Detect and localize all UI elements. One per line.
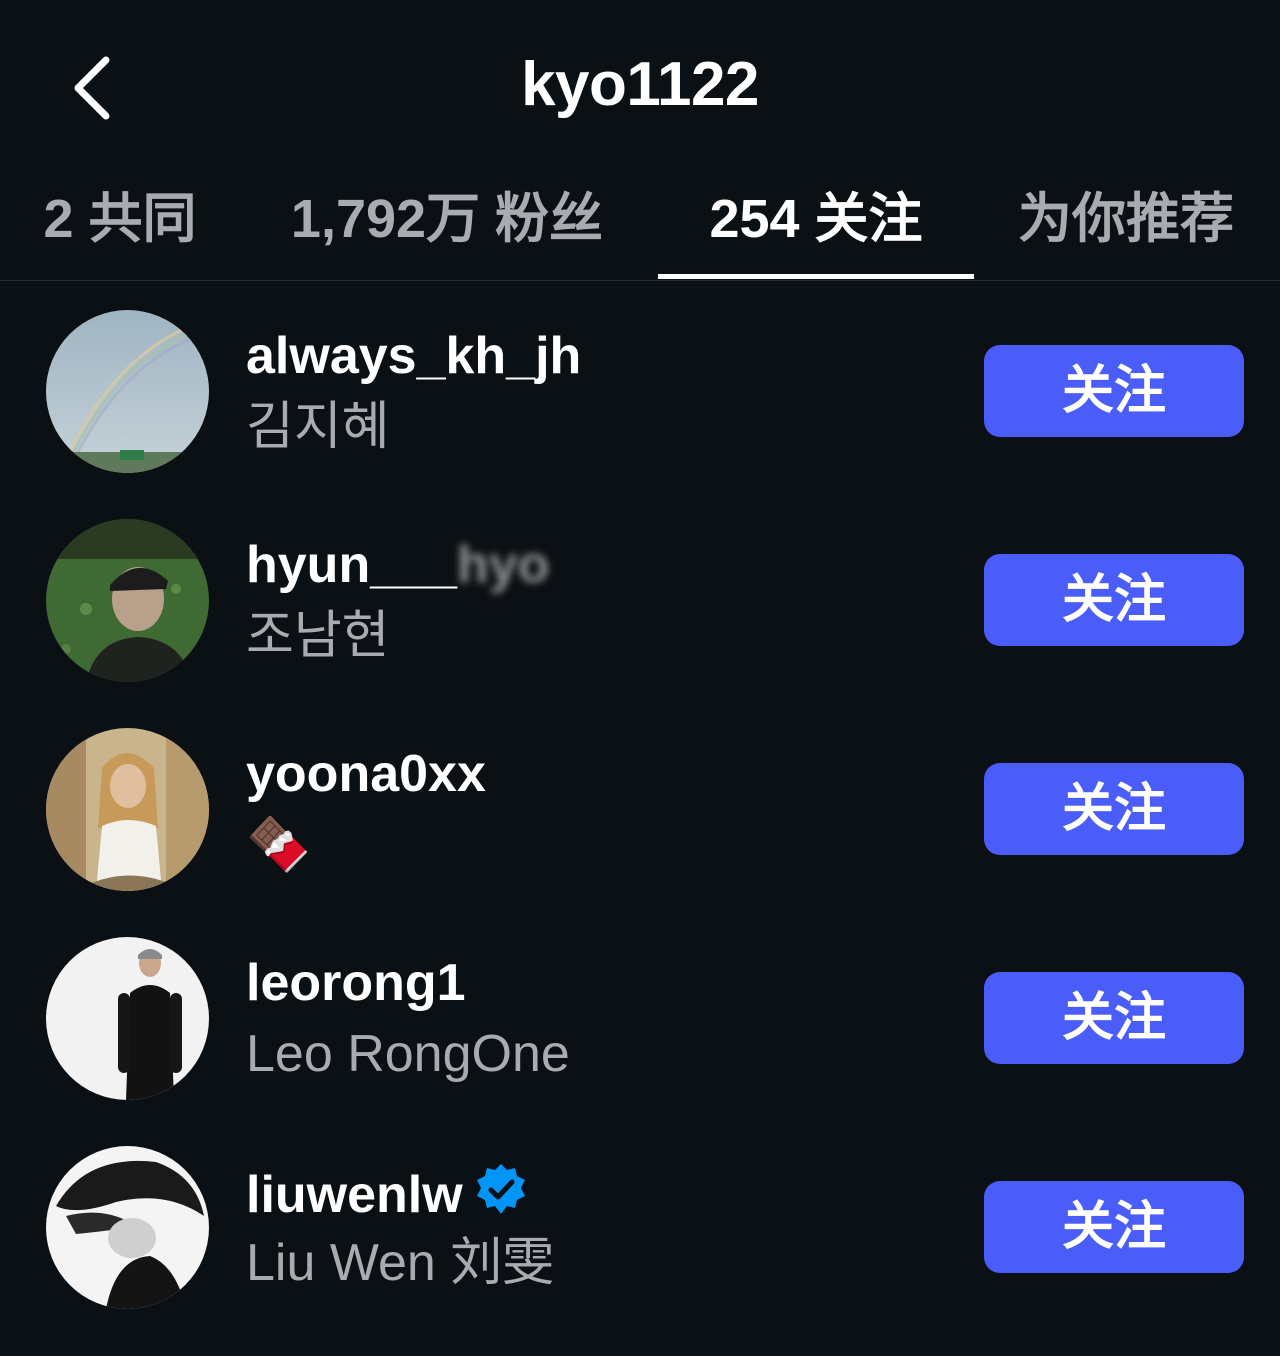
verified-badge-icon: [476, 1164, 525, 1214]
follow-button[interactable]: 关注: [984, 554, 1244, 646]
username[interactable]: always_kh_jh: [246, 326, 581, 386]
follow-button[interactable]: 关注: [984, 345, 1244, 437]
header: kyo1122: [0, 0, 1280, 170]
tab-mutual[interactable]: 2 共同: [40, 170, 200, 280]
list-item[interactable]: yoona0xx 🍫 关注: [0, 700, 1280, 909]
list-item[interactable]: liuwenlw Liu Wen 刘雯 关注: [0, 1118, 1280, 1327]
list-item[interactable]: hyun___hyo 조남현 关注: [0, 491, 1280, 700]
follow-button[interactable]: 关注: [984, 972, 1244, 1064]
avatar[interactable]: [46, 519, 209, 682]
follow-button[interactable]: 关注: [984, 763, 1244, 855]
fullname: 김지혜: [246, 398, 390, 456]
username[interactable]: hyun___hyo: [246, 535, 549, 595]
fullname: 조남현: [246, 607, 390, 665]
follow-button[interactable]: 关注: [984, 1181, 1244, 1273]
tab-following[interactable]: 254 关注: [658, 170, 974, 280]
tab-bar: 2 共同 1,792万 粉丝 254 关注 为你推荐: [0, 170, 1280, 281]
fullname: Leo RongOne: [246, 1025, 570, 1083]
tab-suggested[interactable]: 为你推荐: [1012, 170, 1240, 280]
active-tab-indicator: [658, 274, 974, 279]
username[interactable]: leorong1: [246, 953, 466, 1013]
avatar[interactable]: [46, 310, 209, 473]
tab-followers[interactable]: 1,792万 粉丝: [282, 170, 612, 280]
username[interactable]: liuwenlw: [246, 1162, 529, 1225]
username[interactable]: yoona0xx: [246, 744, 486, 804]
avatar[interactable]: [46, 728, 209, 891]
list-item[interactable]: always_kh_jh 김지혜 关注: [0, 282, 1280, 491]
chocolate-emoji: 🍫: [246, 816, 311, 874]
avatar[interactable]: [46, 937, 209, 1100]
page-title: kyo1122: [521, 50, 759, 119]
fullname: Liu Wen 刘雯: [246, 1234, 555, 1292]
list-item[interactable]: leorong1 Leo RongOne 关注: [0, 909, 1280, 1118]
avatar[interactable]: [46, 1146, 209, 1309]
